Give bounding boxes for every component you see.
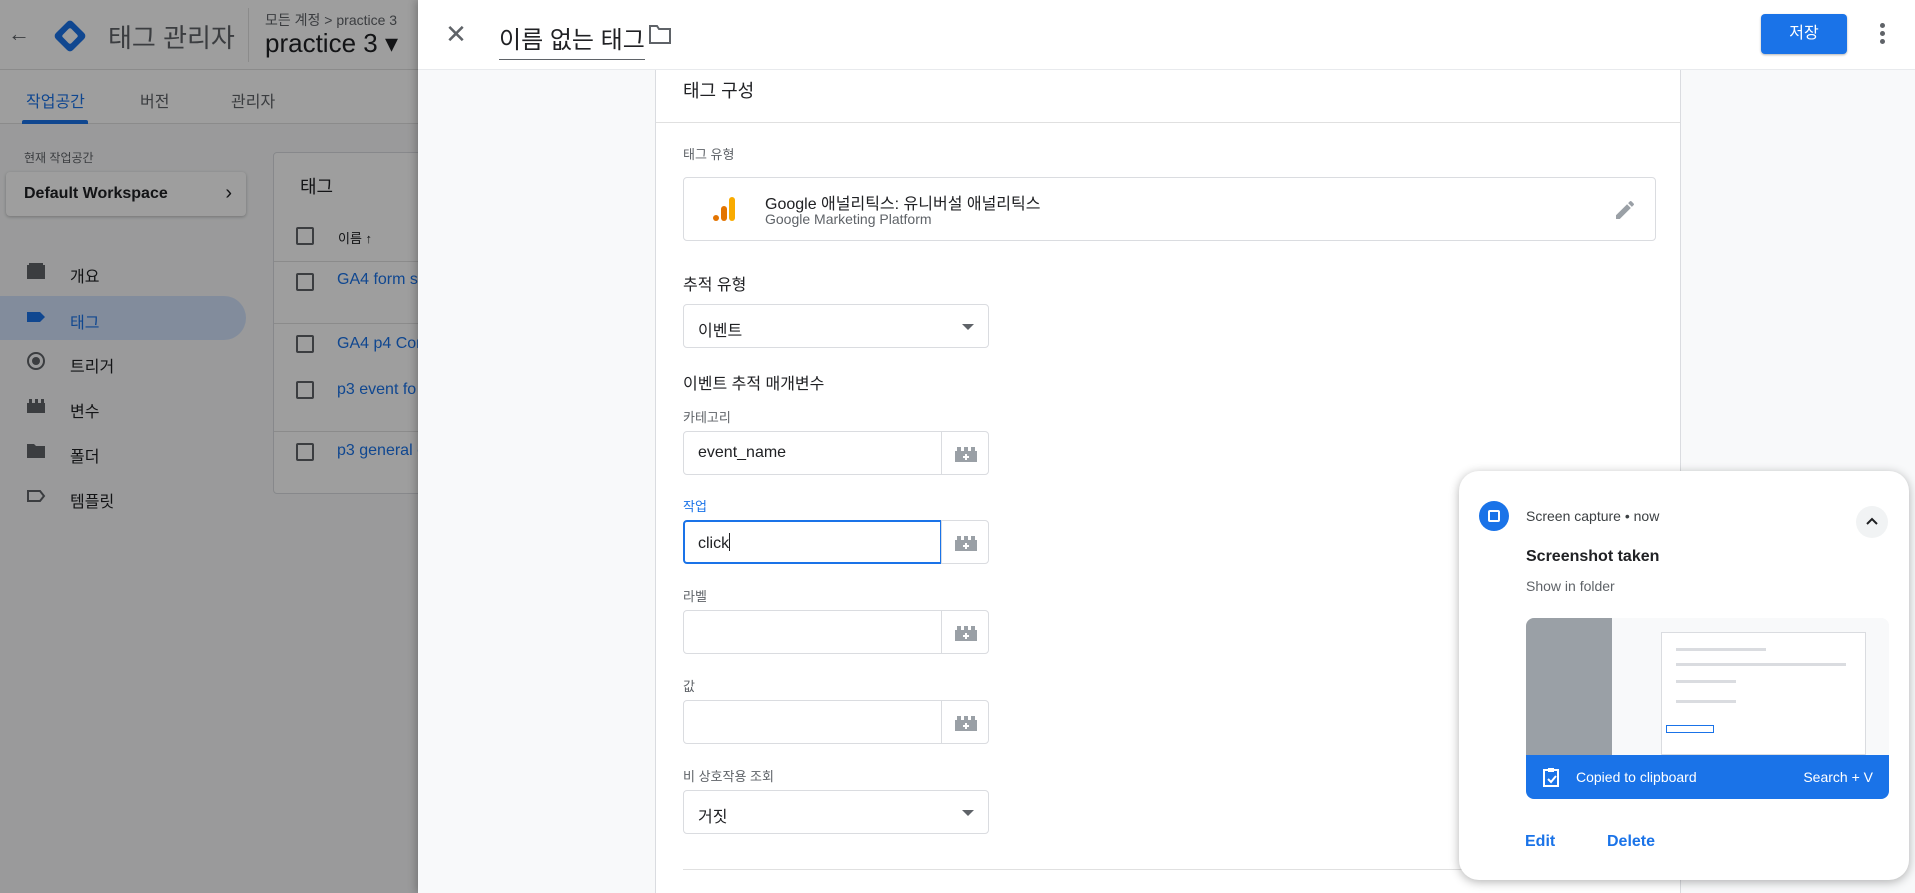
card-title: 태그 구성 xyxy=(683,81,755,101)
folder-icon[interactable] xyxy=(648,23,672,45)
action-value: click xyxy=(698,533,731,553)
google-analytics-icon xyxy=(713,197,735,221)
variable-picker-icon xyxy=(955,536,977,551)
action-variable-button[interactable] xyxy=(941,520,989,564)
non-interaction-label: 비 상호작용 조회 xyxy=(683,769,774,784)
clipboard-bar: Copied to clipboard Search + V xyxy=(1526,755,1889,799)
notification-title: Screenshot taken xyxy=(1526,548,1660,565)
non-interaction-value: 거짓 xyxy=(698,809,728,826)
event-params-label: 이벤트 추적 매개변수 xyxy=(683,376,825,393)
chevron-up-icon xyxy=(1866,517,1878,525)
delete-button[interactable]: Delete xyxy=(1607,833,1655,851)
save-button[interactable]: 저장 xyxy=(1761,14,1847,54)
label-label: 라벨 xyxy=(683,589,707,604)
variable-picker-icon xyxy=(955,626,977,641)
notification-app: Screen capture xyxy=(1526,508,1621,524)
value-label: 값 xyxy=(683,679,695,694)
label-input[interactable] xyxy=(683,610,942,654)
clipboard-text: Copied to clipboard xyxy=(1576,769,1697,785)
edit-button[interactable]: Edit xyxy=(1525,833,1555,851)
show-in-folder-link[interactable]: Show in folder xyxy=(1526,578,1615,594)
action-value-text: click xyxy=(698,535,730,552)
collapse-button[interactable] xyxy=(1856,506,1888,538)
variable-picker-icon xyxy=(955,716,977,731)
tag-name-field[interactable]: 이름 없는 태그 xyxy=(499,20,645,60)
category-input[interactable]: event_name xyxy=(683,431,942,475)
text-cursor xyxy=(729,533,731,551)
action-label: 작업 xyxy=(683,499,707,514)
tag-type-selector[interactable]: Google 애널리틱스: 유니버설 애널리틱스 Google Marketin… xyxy=(683,177,1656,241)
category-variable-button[interactable] xyxy=(941,431,989,475)
notification-source: Screen capture • now xyxy=(1526,508,1660,524)
track-type-value: 이벤트 xyxy=(698,323,743,340)
category-label: 카테고리 xyxy=(683,410,731,425)
screenshot-notification: Screen capture • now Screenshot taken Sh… xyxy=(1459,471,1909,880)
action-input[interactable]: click xyxy=(683,520,942,564)
variable-picker-icon xyxy=(955,447,977,462)
category-value: event_name xyxy=(698,444,787,461)
label-variable-button[interactable] xyxy=(941,610,989,654)
dropdown-caret-icon xyxy=(962,810,974,816)
dropdown-caret-icon xyxy=(962,324,974,330)
clipboard-check-icon xyxy=(1543,768,1559,787)
value-variable-button[interactable] xyxy=(941,700,989,744)
track-type-label: 추적 유형 xyxy=(683,277,747,294)
non-interaction-select[interactable]: 거짓 xyxy=(683,790,989,834)
panel-header: ✕ 이름 없는 태그 저장 xyxy=(418,0,1915,70)
more-vert-icon[interactable] xyxy=(1870,20,1894,48)
value-input[interactable] xyxy=(683,700,942,744)
screenshot-thumbnail[interactable] xyxy=(1526,618,1889,755)
tag-type-label: 태그 유형 xyxy=(683,147,735,162)
paste-shortcut: Search + V xyxy=(1803,769,1873,785)
edit-pencil-icon[interactable] xyxy=(1613,198,1637,222)
tag-type-vendor: Google Marketing Platform xyxy=(765,211,932,227)
screen-capture-icon xyxy=(1479,501,1509,531)
card-divider xyxy=(656,122,1680,123)
notification-time: now xyxy=(1633,508,1660,524)
track-type-select[interactable]: 이벤트 xyxy=(683,304,989,348)
close-icon[interactable]: ✕ xyxy=(444,21,468,47)
